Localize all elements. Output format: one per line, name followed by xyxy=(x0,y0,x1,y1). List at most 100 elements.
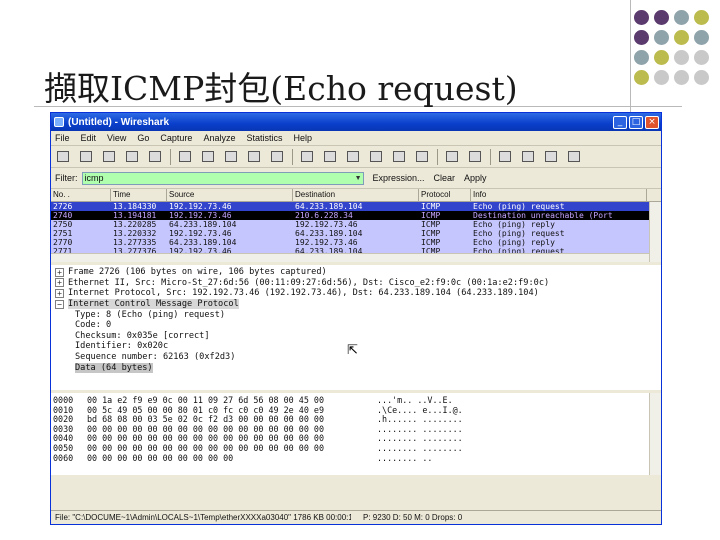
menu-view[interactable]: View xyxy=(107,133,126,143)
detail-tree-label: Checksum: 0x035e [correct] xyxy=(75,330,210,341)
chevron-down-icon[interactable]: ▼ xyxy=(355,173,362,184)
close-file-icon[interactable] xyxy=(223,149,238,164)
expand-icon[interactable]: + xyxy=(55,288,64,298)
start-capture-icon[interactable] xyxy=(101,149,116,164)
packet-cell-dst: 192.192.73.46 xyxy=(295,238,358,247)
toolbar-separator xyxy=(292,148,293,165)
packet-row[interactable]: 2726 13.184330 192.192.73.46 64.233.189.104… xyxy=(51,202,661,211)
packet-bytes-pane: 0000 00 1a e2 f9 e9 0c 00 11 09 27 6d 56 … xyxy=(51,393,661,475)
bytes-row[interactable]: 0060 00 00 00 00 00 00 00 00 00 00.......… xyxy=(51,452,661,464)
maximize-button[interactable]: □ xyxy=(629,115,643,129)
decorative-dot-grid xyxy=(634,10,718,94)
zoom-in-icon-glyph xyxy=(498,151,511,162)
back-icon[interactable] xyxy=(322,149,337,164)
restart-capture-icon[interactable] xyxy=(147,149,162,164)
column-header-info[interactable]: Info xyxy=(471,189,647,201)
detail-tree-item[interactable]: Type: 8 (Echo (ping) request) xyxy=(51,309,661,320)
close-button[interactable]: × xyxy=(645,115,659,129)
menu-edit[interactable]: Edit xyxy=(81,133,97,143)
column-header-source[interactable]: Source xyxy=(167,189,293,201)
back-icon-glyph xyxy=(323,151,336,162)
menu-file[interactable]: File xyxy=(55,133,70,143)
expression-button[interactable]: Expression... xyxy=(373,173,425,183)
open-icon-glyph xyxy=(178,151,191,162)
open-icon[interactable] xyxy=(177,149,192,164)
zoom-out-icon-glyph xyxy=(521,151,534,162)
menu-bar: File Edit View Go Capture Analyze Statis… xyxy=(51,131,661,146)
packet-row[interactable]: 2770 13.277335 64.233.189.104 192.192.73.46… xyxy=(51,238,661,247)
stop-capture-icon[interactable] xyxy=(124,149,139,164)
packet-row[interactable]: 2751 13.220332 192.192.73.46 64.233.189.104… xyxy=(51,229,661,238)
expand-icon[interactable]: + xyxy=(55,278,64,288)
detail-tree-label: Identifier: 0x020c xyxy=(75,341,169,352)
minimize-button[interactable]: _ xyxy=(613,115,627,129)
column-header-destination[interactable]: Destination xyxy=(293,189,419,201)
capture-options-icon[interactable] xyxy=(78,149,93,164)
normal-size-icon-glyph xyxy=(544,151,557,162)
detail-tree-item[interactable]: Checksum: 0x035e [correct] xyxy=(51,331,661,342)
packet-list-horizontal-scrollbar[interactable] xyxy=(51,253,649,262)
detail-tree-item[interactable]: + Frame 2726 (106 bytes on wire, 106 byte… xyxy=(51,267,661,278)
column-header-time[interactable]: Time xyxy=(111,189,167,201)
packet-details-pane: + Frame 2726 (106 bytes on wire, 106 byte… xyxy=(51,265,661,393)
packet-cell-info: Destination unreachable (Port xyxy=(473,211,613,220)
list-interfaces-icon[interactable] xyxy=(55,149,70,164)
normal-size-icon[interactable] xyxy=(543,149,558,164)
status-packets: P: 9230 D: 50 M: 0 Drops: 0 xyxy=(363,513,463,522)
zoom-out-icon[interactable] xyxy=(520,149,535,164)
decorative-dot xyxy=(634,70,649,85)
packet-cell-no: 2751 xyxy=(53,229,73,238)
packet-list-header: No. . Time Source Destination Protocol I… xyxy=(51,189,661,202)
print-icon[interactable] xyxy=(269,149,284,164)
detail-tree-item[interactable]: + Ethernet II, Src: Micro-St_27:6d:56 (00… xyxy=(51,278,661,289)
save-icon[interactable] xyxy=(200,149,215,164)
detail-tree-item[interactable]: Data (64 bytes) xyxy=(51,362,661,373)
byte-offset: 0060 xyxy=(53,452,74,463)
reload-icon[interactable] xyxy=(246,149,261,164)
first-packet-icon[interactable] xyxy=(391,149,406,164)
column-header-protocol[interactable]: Protocol xyxy=(419,189,471,201)
detail-tree-label: Ethernet II, Src: Micro-St_27:6d:56 (00:… xyxy=(68,277,550,288)
apply-button[interactable]: Apply xyxy=(464,173,487,183)
packet-cell-time: 13.184330 xyxy=(113,202,157,211)
menu-help[interactable]: Help xyxy=(293,133,312,143)
menu-analyze[interactable]: Analyze xyxy=(203,133,235,143)
status-file: File: "C:\DOCUME~1\Admin\LOCALS~1\Temp\e… xyxy=(55,513,351,522)
detail-tree-label: Type: 8 (Echo (ping) request) xyxy=(75,309,226,320)
clear-button[interactable]: Clear xyxy=(434,173,456,183)
resize-columns-icon[interactable] xyxy=(566,149,581,164)
packet-cell-info: Echo (ping) request xyxy=(473,229,565,238)
stop-capture-icon-glyph xyxy=(125,151,138,162)
expand-icon[interactable]: + xyxy=(55,267,64,277)
menu-capture[interactable]: Capture xyxy=(160,133,192,143)
window-titlebar[interactable]: (Untitled) - Wireshark _ □ × xyxy=(51,113,661,131)
filter-input[interactable]: icmp ▼ xyxy=(81,171,364,185)
forward-icon[interactable] xyxy=(345,149,360,164)
packet-row[interactable]: 2750 13.220285 64.233.189.104 192.192.73.46… xyxy=(51,220,661,229)
autoscroll-icon[interactable] xyxy=(467,149,482,164)
packet-row[interactable]: 2740 13.194181 192.192.73.46 210.6.228.34 IC… xyxy=(51,211,661,220)
detail-tree-label: Code: 0 xyxy=(75,320,112,331)
filter-toolbar: Filter: icmp ▼ Expression... Clear Apply xyxy=(51,168,661,189)
detail-tree-item[interactable]: − Internet Control Message Protocol xyxy=(51,299,661,310)
packet-bytes-rows: 0000 00 1a e2 f9 e9 0c 00 11 09 27 6d 56 … xyxy=(51,395,661,464)
detail-tree-item[interactable]: Code: 0 xyxy=(51,320,661,331)
zoom-in-icon[interactable] xyxy=(497,149,512,164)
last-packet-icon[interactable] xyxy=(414,149,429,164)
collapse-icon[interactable]: − xyxy=(55,299,64,309)
goto-icon[interactable] xyxy=(368,149,383,164)
find-icon[interactable] xyxy=(299,149,314,164)
colorize-icon[interactable] xyxy=(444,149,459,164)
packet-cell-proto: ICMP xyxy=(421,211,441,220)
packet-list-scrollbar[interactable] xyxy=(649,202,661,262)
menu-statistics[interactable]: Statistics xyxy=(246,133,282,143)
packet-cell-time: 13.277335 xyxy=(113,238,157,247)
toolbar-separator xyxy=(170,148,171,165)
column-header-no[interactable]: No. . xyxy=(51,189,111,201)
decorative-vertical-rule xyxy=(630,0,631,118)
autoscroll-icon-glyph xyxy=(468,151,481,162)
decorative-dot xyxy=(654,10,669,25)
menu-go[interactable]: Go xyxy=(137,133,149,143)
detail-tree-item[interactable]: + Internet Protocol, Src: 192.192.73.46 (… xyxy=(51,288,661,299)
packet-bytes-scrollbar[interactable] xyxy=(649,393,661,475)
